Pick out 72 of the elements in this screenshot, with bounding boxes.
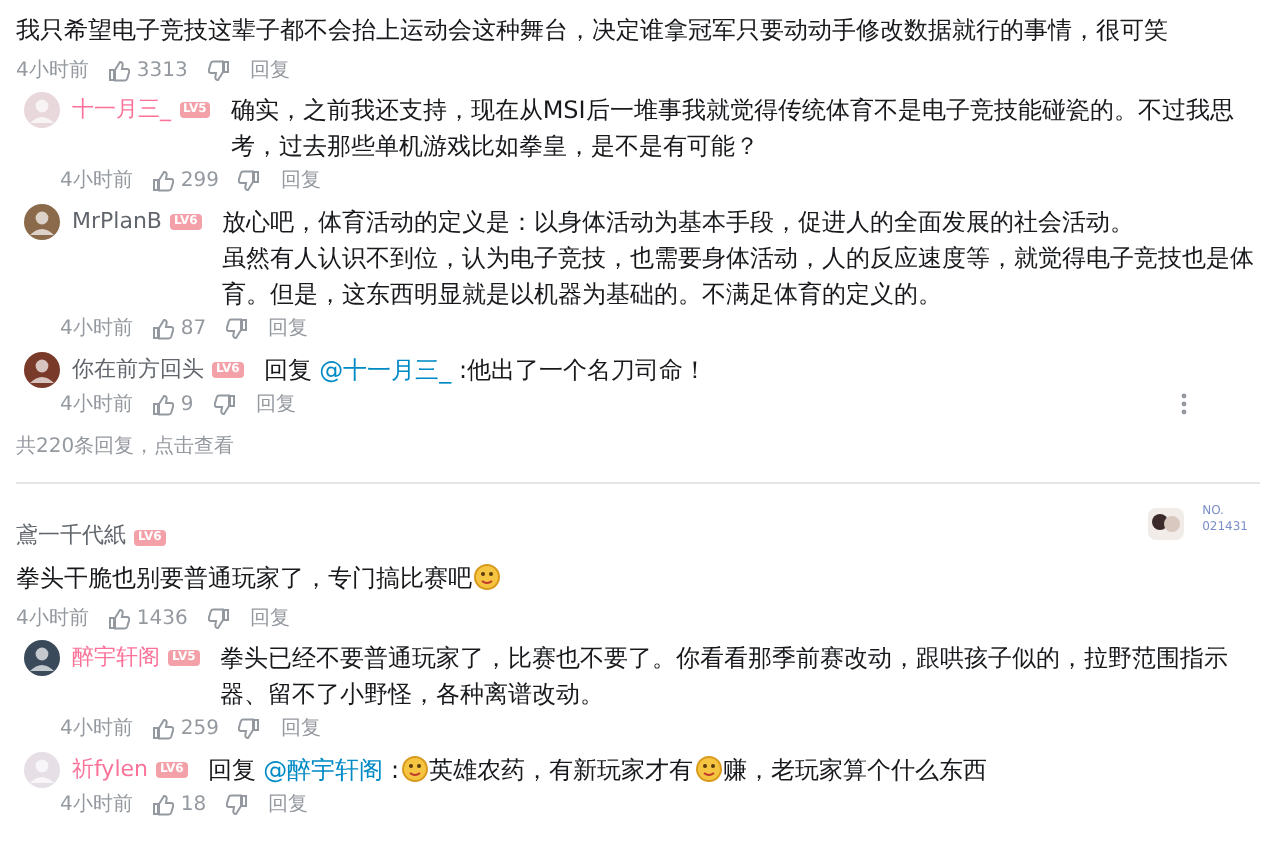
avatar-icon: [24, 204, 60, 240]
comment-text: 回复: [263, 356, 314, 384]
avatar-icon: [24, 640, 60, 676]
dislike-button[interactable]: [226, 317, 249, 339]
thumbs-down-icon: [238, 717, 261, 739]
avatar-icon: [24, 92, 60, 128]
dislike-button[interactable]: [213, 393, 236, 415]
thumbs-up-icon: [108, 59, 131, 81]
comment-text: 英雄农药，有新玩家才有: [429, 756, 693, 784]
dislike-button[interactable]: [226, 793, 249, 815]
like-button[interactable]: 299: [152, 165, 219, 195]
emoji-icon: [474, 564, 500, 590]
comment-text: 拳头已经不要普通玩家了，比赛也不要了。你看看那季前赛改动，跟哄孩子似的，拉野范围指示器、留不了小野怪，各种离谱改动。: [219, 644, 1228, 708]
thumbs-down-icon: [207, 59, 230, 81]
comment-text: :: [388, 756, 399, 784]
avatar-icon: [24, 752, 60, 788]
dislike-button[interactable]: [238, 717, 261, 739]
thumbs-down-icon: [226, 793, 249, 815]
user-name[interactable]: 祈fylen: [72, 752, 148, 788]
user-name[interactable]: 十一月三_: [72, 92, 171, 128]
comment-text: 放心吧，体育活动的定义是：以身体活动为基本手段，促进人的全面发展的社会活动。: [221, 208, 1134, 236]
emoji-icon: [695, 756, 721, 782]
comment-time: 4小时前: [16, 57, 89, 85]
comment-time: 4小时前: [60, 167, 133, 195]
comment-text: 赚，老玩家算个什么东西: [723, 756, 987, 784]
comment-text: :他出了一个名刀司命！: [456, 356, 708, 384]
comment-time: 4小时前: [60, 391, 133, 419]
fan-badge-drawing: [1146, 504, 1187, 544]
emoji-icon: [401, 756, 427, 782]
user-name[interactable]: 醉宇轩阁: [72, 640, 160, 676]
reply-button[interactable]: 回复: [280, 713, 321, 743]
like-button[interactable]: 3313: [108, 55, 188, 85]
reply-button[interactable]: 回复: [249, 55, 290, 85]
reply-button[interactable]: 回复: [280, 165, 321, 195]
avatar-icon: [24, 352, 60, 388]
thumbs-up-icon: [152, 169, 175, 191]
comment-text: 虽然有人认识不到位，认为电子竞技，也需要身体活动，人的反应速度等，就觉得电子竞技也是体育。但是，这东西明显就是以机器为基础的。不满足体育的定义的。: [221, 244, 1254, 308]
thumbs-up-icon: [152, 793, 175, 815]
comment-text: 拳头干脆也别要普通玩家了，专门搞比赛吧: [16, 564, 472, 592]
reply-button[interactable]: 回复: [255, 389, 296, 419]
view-replies-link[interactable]: 共220条回复，点击查看: [16, 432, 235, 462]
dislike-button[interactable]: [207, 59, 230, 81]
comment-text: 我只希望电子竞技这辈子都不会抬上运动会这种舞台，决定谁拿冠军只要动动手修改数据就行的事情，很可笑: [16, 16, 1168, 44]
user-name[interactable]: 鳶一千代紙: [16, 522, 126, 548]
reply-button[interactable]: 回复: [249, 603, 290, 633]
like-button[interactable]: 1436: [108, 603, 188, 633]
mention-link[interactable]: @十一月三_: [319, 356, 452, 384]
thumbs-up-icon: [108, 607, 131, 629]
comment-time: 4小时前: [60, 315, 133, 343]
reply-button[interactable]: 回复: [268, 789, 309, 819]
like-button[interactable]: 18: [152, 789, 207, 819]
comment-text: 确实，之前我还支持，现在从MSI后一堆事我就觉得传统体育不是电子竞技能碰瓷的。不过我思考，过去那些单机游戏比如拳皇，是不是有可能？: [230, 96, 1234, 160]
like-button[interactable]: 259: [152, 713, 219, 743]
thumbs-up-icon: [152, 717, 175, 739]
dislike-button[interactable]: [207, 607, 230, 629]
like-button[interactable]: 9: [152, 389, 194, 419]
thumbs-down-icon: [238, 169, 261, 191]
comment-time: 4小时前: [60, 791, 133, 819]
thumbs-down-icon: [213, 393, 236, 415]
reply-button[interactable]: 回复: [268, 313, 309, 343]
thumbs-down-icon: [207, 607, 230, 629]
user-name[interactable]: MrPlanB: [72, 204, 162, 240]
comment-time: 4小时前: [16, 605, 89, 633]
dislike-button[interactable]: [238, 169, 261, 191]
thumbs-up-icon: [152, 317, 175, 339]
mention-link[interactable]: @醉宇轩阁: [263, 756, 384, 784]
comment-time: 4小时前: [60, 715, 133, 743]
like-button[interactable]: 87: [152, 313, 207, 343]
thumbs-up-icon: [152, 393, 175, 415]
thumbs-down-icon: [226, 317, 249, 339]
comment-text: 回复: [207, 756, 258, 784]
user-name[interactable]: 你在前方回头: [72, 352, 204, 388]
